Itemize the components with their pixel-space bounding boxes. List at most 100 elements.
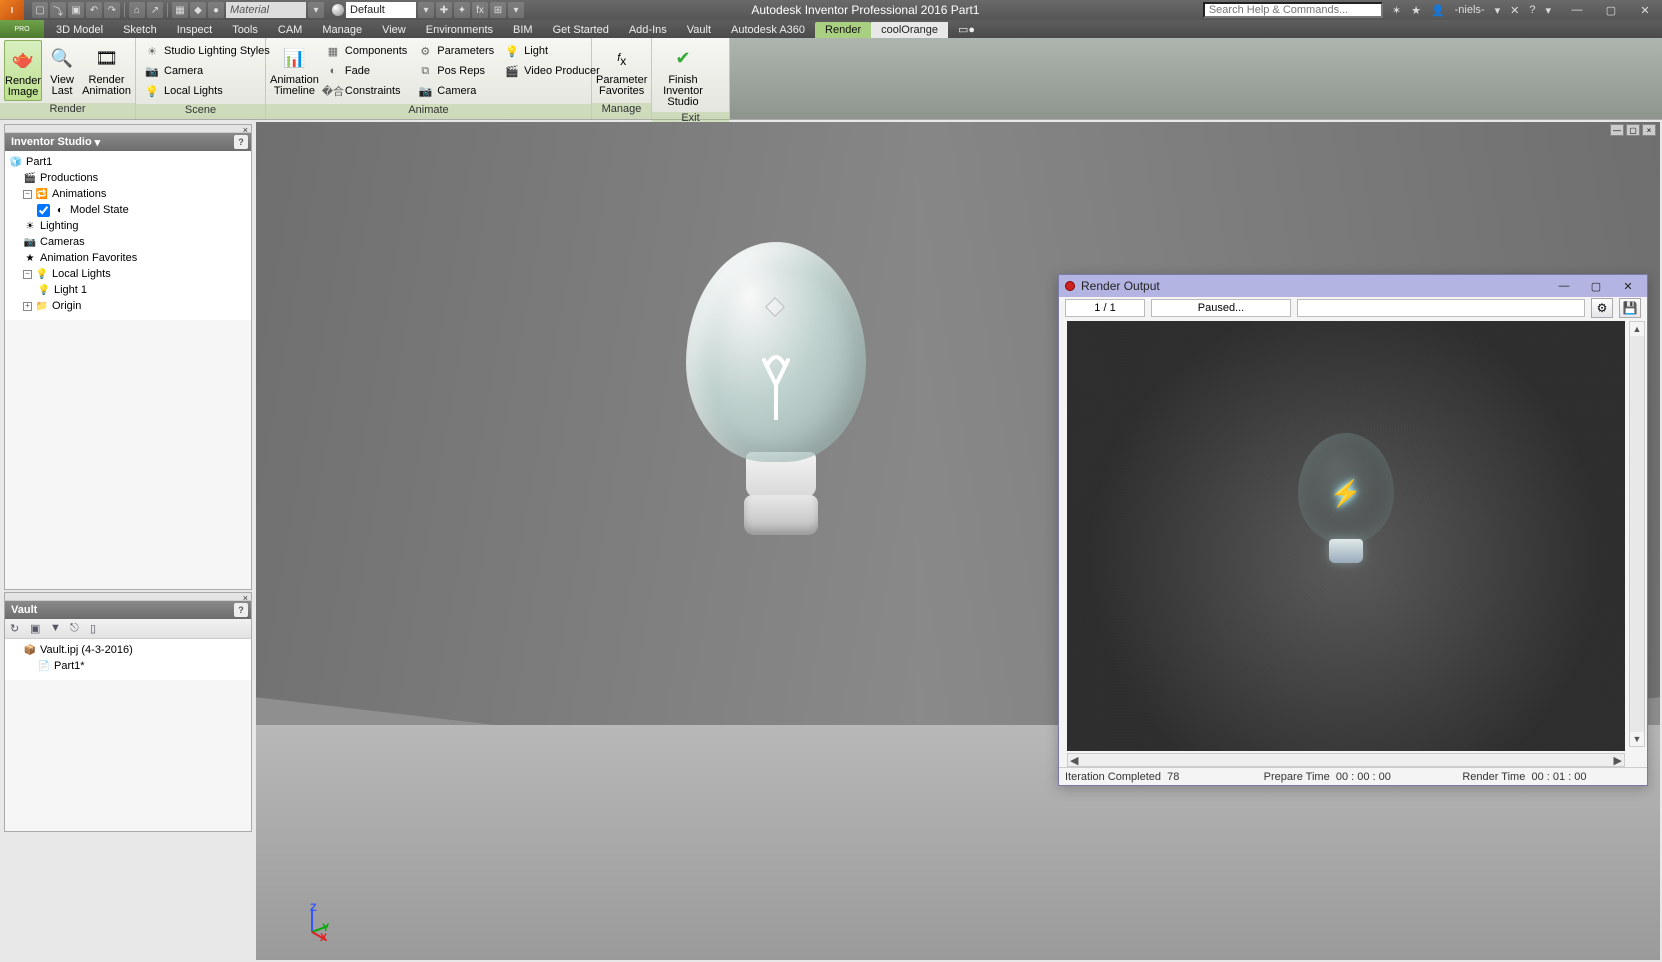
tab-view[interactable]: View bbox=[372, 22, 416, 38]
tree-local-lights[interactable]: −💡Local Lights bbox=[9, 266, 247, 282]
minimize-button[interactable]: — bbox=[1560, 0, 1594, 20]
vault-project[interactable]: 📦Vault.ipj (4-3-2016) bbox=[9, 642, 247, 658]
light-button[interactable]: 💡Light bbox=[502, 42, 602, 60]
misc-icon[interactable]: ▦ bbox=[172, 2, 188, 18]
undo-icon[interactable]: ↶ bbox=[86, 2, 102, 18]
tree-origin[interactable]: +📁Origin bbox=[9, 298, 247, 314]
local-lights-button[interactable]: 💡Local Lights bbox=[142, 82, 272, 100]
render-vscroll[interactable]: ▲ ▼ bbox=[1629, 321, 1645, 747]
scroll-right-icon[interactable]: ▶ bbox=[1614, 754, 1622, 767]
maximize-button[interactable]: ▢ bbox=[1594, 0, 1628, 20]
panel-close-icon[interactable]: × bbox=[5, 125, 251, 133]
qat-extra4-icon[interactable]: ⊞ bbox=[490, 2, 506, 18]
tab-tools[interactable]: Tools bbox=[222, 22, 268, 38]
vault-close-icon[interactable]: × bbox=[5, 593, 251, 601]
expand-icon[interactable]: + bbox=[23, 302, 32, 311]
tab-get-started[interactable]: Get Started bbox=[543, 22, 619, 38]
render-window-header[interactable]: Render Output — ▢ ✕ bbox=[1059, 275, 1647, 297]
render-output-window[interactable]: Render Output — ▢ ✕ 1 / 1 Paused... ⚙ 💾 … bbox=[1058, 274, 1648, 786]
favorites-icon[interactable]: ★ bbox=[1408, 4, 1424, 17]
tab-a360[interactable]: Autodesk A360 bbox=[721, 22, 815, 38]
vault-part[interactable]: 📄Part1* bbox=[9, 658, 247, 674]
select-icon[interactable]: ↗ bbox=[147, 2, 163, 18]
tree-model-state[interactable]: ◐Model State bbox=[9, 202, 247, 218]
lightbulb-model[interactable] bbox=[686, 242, 876, 542]
scroll-up-icon[interactable]: ▲ bbox=[1630, 322, 1644, 336]
save-icon[interactable]: ▣ bbox=[68, 2, 84, 18]
finish-button[interactable]: ✔ Finish Inventor Studio bbox=[656, 40, 710, 110]
appearance-dropdown[interactable]: Default ▾ bbox=[332, 2, 434, 18]
refresh-icon[interactable]: ↻ bbox=[10, 622, 24, 636]
camera-button[interactable]: 📷Camera bbox=[142, 62, 272, 80]
redo-icon[interactable]: ↷ bbox=[104, 2, 120, 18]
material-dropdown[interactable]: Material bbox=[226, 2, 306, 18]
misc3-icon[interactable]: ● bbox=[208, 2, 224, 18]
viewport[interactable]: — ▢ × Z Y X Render Output — ▢ ✕ 1 / 1 Pa… bbox=[256, 122, 1660, 960]
misc2-icon[interactable]: ◆ bbox=[190, 2, 206, 18]
qat-extra2-icon[interactable]: ✦ bbox=[454, 2, 470, 18]
tab-bim[interactable]: BIM bbox=[503, 22, 543, 38]
render-max-button[interactable]: ▢ bbox=[1583, 277, 1609, 295]
file-tab[interactable]: PRO bbox=[0, 20, 44, 38]
collapse-icon[interactable]: − bbox=[23, 190, 32, 199]
fade-button[interactable]: ◐Fade bbox=[323, 62, 409, 80]
qat-extra1-icon[interactable]: ✚ bbox=[436, 2, 452, 18]
components-button[interactable]: ▦Components bbox=[323, 42, 409, 60]
home-icon[interactable]: ⌂ bbox=[129, 2, 145, 18]
view-last-button[interactable]: 🔍 View Last bbox=[44, 40, 80, 99]
tab-3d-model[interactable]: 3D Model bbox=[46, 22, 113, 38]
collapse2-icon[interactable]: − bbox=[23, 270, 32, 279]
video-producer-button[interactable]: 🎬Video Producer bbox=[502, 62, 602, 80]
appearance-drop-icon[interactable]: ▾ bbox=[418, 2, 434, 18]
panel-header-studio[interactable]: Inventor Studio▾ ? bbox=[5, 133, 251, 151]
render-image-button[interactable]: 🫖 Render Image bbox=[4, 40, 42, 101]
tree-productions[interactable]: 🎬Productions bbox=[9, 170, 247, 186]
user-name[interactable]: -niels- bbox=[1452, 4, 1488, 16]
tab-inspect[interactable]: Inspect bbox=[167, 22, 222, 38]
tab-render[interactable]: Render bbox=[815, 22, 871, 38]
material-drop-icon[interactable]: ▾ bbox=[308, 2, 324, 18]
filter-icon[interactable]: ▼ bbox=[50, 622, 64, 636]
tab-camera-toggle-icon[interactable]: ▭● bbox=[948, 21, 985, 38]
save-image-icon[interactable]: 💾 bbox=[1619, 298, 1641, 318]
render-animation-button[interactable]: 🎞 Render Animation bbox=[82, 40, 131, 99]
animation-timeline-button[interactable]: 📊 Animation Timeline bbox=[270, 40, 319, 99]
render-hscroll[interactable]: ◀▶ bbox=[1067, 753, 1625, 767]
camera2-button[interactable]: 📷Camera bbox=[415, 82, 496, 100]
tree-cameras[interactable]: 📷Cameras bbox=[9, 234, 247, 250]
model-state-checkbox[interactable] bbox=[37, 204, 50, 217]
help-icon[interactable]: ? bbox=[1526, 4, 1538, 16]
checkin-icon[interactable]: ▣ bbox=[30, 622, 44, 636]
viewport-close-icon[interactable]: × bbox=[1642, 124, 1656, 136]
constraints-button[interactable]: �合Constraints bbox=[323, 82, 409, 100]
panel-header-vault[interactable]: Vault ? bbox=[5, 601, 251, 619]
app-icon[interactable]: I bbox=[0, 0, 24, 20]
qat-extra3-icon[interactable]: fx bbox=[472, 2, 488, 18]
viewport-min-icon[interactable]: — bbox=[1610, 124, 1624, 136]
doc-icon[interactable]: ▯ bbox=[90, 622, 104, 636]
search-input[interactable] bbox=[1203, 2, 1383, 18]
infocenter-icon[interactable]: ✶ bbox=[1389, 4, 1404, 17]
tab-sketch[interactable]: Sketch bbox=[113, 22, 167, 38]
render-close-button[interactable]: ✕ bbox=[1615, 277, 1641, 295]
link-icon[interactable]: ⎋ bbox=[70, 622, 84, 636]
close-button[interactable]: ✕ bbox=[1628, 0, 1662, 20]
qat-more-icon[interactable]: ▾ bbox=[508, 2, 524, 18]
scroll-down-icon[interactable]: ▼ bbox=[1630, 732, 1644, 746]
user-icon[interactable]: 👤 bbox=[1428, 4, 1448, 17]
tab-manage[interactable]: Manage bbox=[312, 22, 372, 38]
parameters-button[interactable]: ⚙Parameters bbox=[415, 42, 496, 60]
viewport-max-icon[interactable]: ▢ bbox=[1626, 124, 1640, 136]
render-settings-icon[interactable]: ⚙ bbox=[1591, 298, 1613, 318]
tree-light1[interactable]: 💡Light 1 bbox=[9, 282, 247, 298]
exchange-icon[interactable]: ✕ bbox=[1507, 4, 1522, 17]
vault-pin-icon[interactable]: ? bbox=[234, 603, 248, 617]
tab-environments[interactable]: Environments bbox=[416, 22, 503, 38]
tree-root[interactable]: 🧊Part1 bbox=[9, 154, 247, 170]
render-canvas[interactable]: ⚡ bbox=[1067, 321, 1625, 751]
tab-addins[interactable]: Add-Ins bbox=[619, 22, 677, 38]
pos-reps-button[interactable]: ⧉Pos Reps bbox=[415, 62, 496, 80]
new-icon[interactable]: ▢ bbox=[32, 2, 48, 18]
pin-icon[interactable]: ? bbox=[234, 135, 248, 149]
studio-lighting-button[interactable]: ☀Studio Lighting Styles bbox=[142, 42, 272, 60]
